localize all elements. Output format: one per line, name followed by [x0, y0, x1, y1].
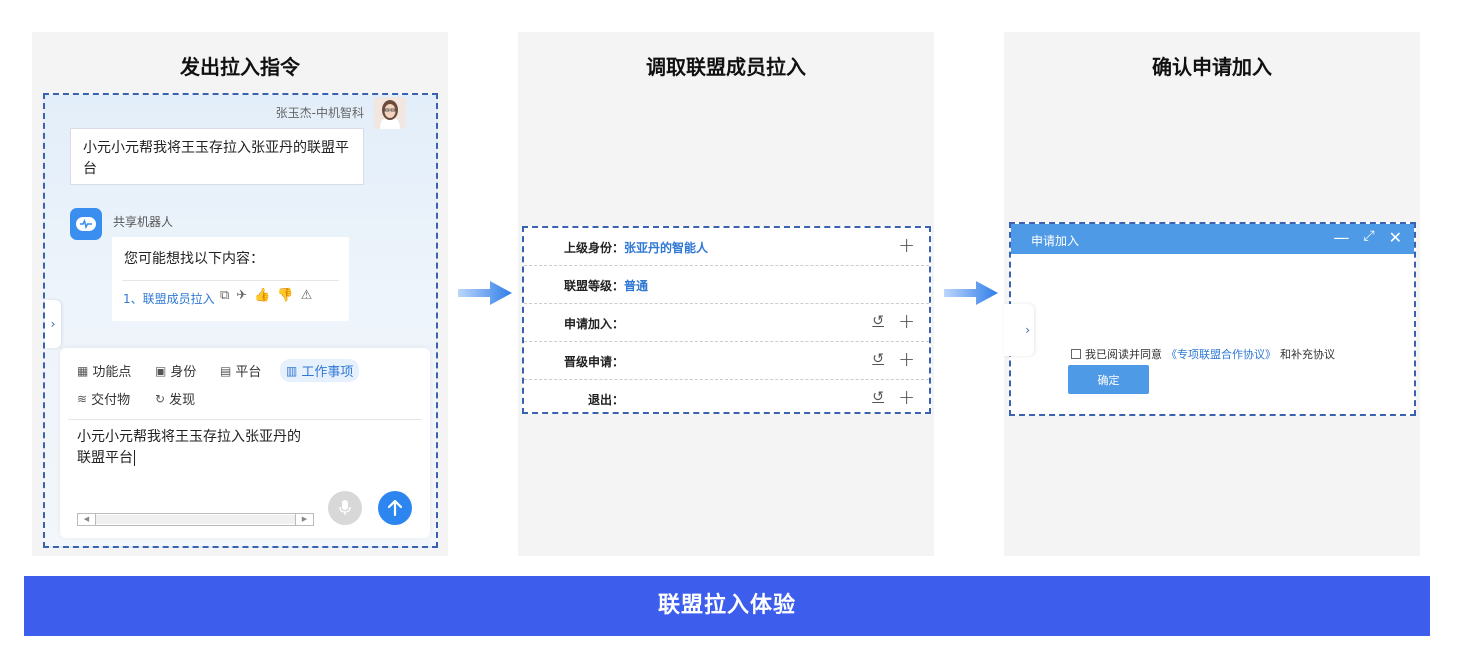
expand-panel-tab[interactable]: › — [1004, 304, 1034, 356]
id-card-icon: ▣ — [155, 363, 167, 378]
grid-icon: ▦ — [77, 363, 89, 378]
expand-panel-tab[interactable]: › — [45, 300, 61, 348]
panel-title: 调取联盟成员拉入 — [646, 55, 806, 79]
copy-icon[interactable]: ⧉ — [220, 288, 229, 303]
scroll-right-icon[interactable]: ▶ — [295, 514, 313, 525]
user-message: 小元小元帮我将王玉存拉入张亚丹的联盟平台 — [70, 128, 364, 185]
add-icon[interactable]: + — [898, 309, 915, 333]
tool-platform[interactable]: ▤ 平台 — [220, 361, 261, 381]
warning-icon[interactable]: ⚠ — [301, 288, 313, 303]
panel-title: 确认申请加入 — [1152, 55, 1272, 79]
tool-feature[interactable]: ▦ 功能点 — [77, 361, 131, 381]
panel-send-command: 发出拉入指令 张玉杰-中机智科 小元小元帮我将王玉存拉入张亚丹的联盟平台 共享机… — [32, 32, 448, 556]
agreement-row: 我已阅读并同意 《专项联盟合作协议》 和补充协议 — [1071, 346, 1335, 362]
divider — [68, 419, 422, 420]
form-label: 上级身份：张亚丹的智能人 — [564, 241, 709, 255]
sender-name: 张玉杰-中机智科 — [275, 106, 364, 120]
window-controls: — ⤢ ✕ — [1333, 228, 1402, 247]
message-input[interactable]: 小元小元帮我将王玉存拉入张亚丹的 联盟平台 — [77, 427, 347, 469]
form-label: 晋级申请： — [564, 355, 625, 369]
banner-title: 联盟拉入体验 — [24, 576, 1430, 636]
bot-name: 共享机器人 — [113, 215, 174, 229]
form-row-exit: 退出： ↺ + — [524, 380, 929, 418]
dialog-title: 申请加入 — [1031, 234, 1080, 248]
add-icon[interactable]: + — [898, 233, 915, 257]
form-row-level: 联盟等级：普通 — [524, 266, 929, 304]
thumbs-down-icon[interactable]: 👎 — [277, 288, 293, 303]
send-icon[interactable]: ✈ — [236, 288, 247, 303]
agree-checkbox[interactable] — [1071, 349, 1081, 359]
user-avatar — [374, 97, 406, 129]
apply-dialog: 申请加入 — ⤢ ✕ 我已阅读并同意 《专项联盟合作协议》 和补充协议 确定 — [1009, 222, 1416, 416]
chat-window: 张玉杰-中机智科 小元小元帮我将王玉存拉入张亚丹的联盟平台 共享机器人 您可能想… — [43, 93, 438, 548]
panel-confirm-join: 确认申请加入 申请加入 — ⤢ ✕ 我已阅读并同意 《专项联盟合作协议》 和补充… — [1004, 32, 1420, 556]
tool-identity[interactable]: ▣ 身份 — [155, 361, 196, 381]
reply-actions: ⧉ ✈ 👍 👎 ⚠ — [220, 288, 312, 303]
refresh-icon: ↻ — [155, 391, 166, 406]
send-button[interactable] — [378, 491, 412, 525]
confirm-button[interactable]: 确定 — [1068, 365, 1149, 394]
level-value: 普通 — [624, 279, 649, 293]
divider — [122, 280, 339, 281]
layers-icon: ≋ — [77, 391, 88, 406]
form-row-apply: 申请加入： ↺ + — [524, 304, 929, 342]
robot-icon — [70, 208, 102, 240]
form-label: 联盟等级：普通 — [564, 279, 649, 293]
panel-fetch-member: 调取联盟成员拉入 上级身份：张亚丹的智能人 + 联盟等级：普通 申请加入： ↺ … — [518, 32, 934, 556]
scroll-thumb[interactable] — [96, 515, 296, 524]
agreement-link[interactable]: 《专项联盟合作协议》 — [1166, 346, 1276, 362]
maximize-icon[interactable]: ⤢ — [1363, 228, 1374, 247]
composer: ▦ 功能点 ▣ 身份 ▤ 平台 ▥ 工作事项 ≋ 交付物 ↻ 发现 小元小元帮我将王玉存拉入… — [60, 348, 430, 538]
thumbs-up-icon[interactable]: 👍 — [254, 288, 270, 303]
bot-reply-text: 您可能想找以下内容： — [124, 251, 264, 267]
form-row-parent: 上级身份：张亚丹的智能人 + — [524, 228, 929, 266]
microphone-button[interactable] — [328, 491, 362, 525]
input-line: 联盟平台 — [77, 450, 135, 466]
tool-work-items[interactable]: ▥ 工作事项 — [280, 359, 360, 382]
form-label: 申请加入： — [564, 317, 625, 331]
microphone-icon — [339, 500, 351, 515]
horizontal-scrollbar[interactable]: ◀ ▶ — [77, 513, 314, 526]
tool-deliverables[interactable]: ≋ 交付物 — [77, 389, 130, 409]
undo-icon[interactable]: ↺ — [872, 313, 884, 329]
tool-discover[interactable]: ↻ 发现 — [155, 389, 195, 409]
dialog-header: 申请加入 — ⤢ ✕ — [1011, 224, 1414, 254]
scroll-left-icon[interactable]: ◀ — [78, 514, 96, 525]
flow-arrow-icon — [944, 281, 998, 305]
task-icon: ▥ — [286, 363, 298, 378]
panel-title: 发出拉入指令 — [180, 55, 300, 79]
suggestion-link[interactable]: 1、联盟成员拉入 — [123, 290, 215, 307]
close-icon[interactable]: ✕ — [1389, 228, 1402, 247]
member-form: 上级身份：张亚丹的智能人 + 联盟等级：普通 申请加入： ↺ + 晋级申请： ↺… — [522, 226, 931, 414]
minimize-icon[interactable]: — — [1333, 228, 1349, 247]
parent-identity-value: 张亚丹的智能人 — [624, 241, 709, 255]
code-window-icon: ▤ — [220, 363, 232, 378]
input-line: 小元小元帮我将王玉存拉入张亚丹的 — [77, 429, 301, 445]
form-label: 退出： — [588, 393, 625, 407]
add-icon[interactable]: + — [898, 347, 915, 371]
agree-suffix: 和补充协议 — [1280, 348, 1335, 361]
add-icon[interactable]: + — [898, 385, 915, 409]
flow-arrow-icon — [458, 281, 512, 305]
undo-icon[interactable]: ↺ — [872, 389, 884, 405]
bot-reply-card: 您可能想找以下内容： 1、联盟成员拉入 ⧉ ✈ 👍 👎 ⚠ — [112, 237, 349, 321]
undo-icon[interactable]: ↺ — [872, 351, 884, 367]
arrow-up-icon — [388, 500, 402, 516]
agree-text: 我已阅读并同意 — [1085, 348, 1162, 361]
form-row-upgrade: 晋级申请： ↺ + — [524, 342, 929, 380]
